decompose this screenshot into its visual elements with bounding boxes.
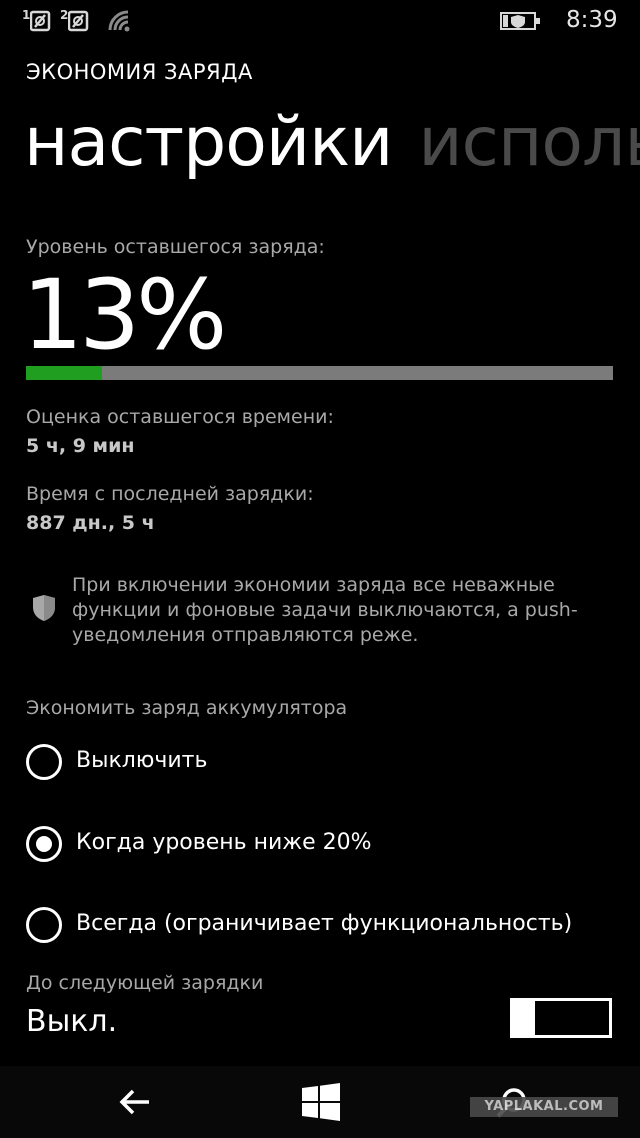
pivot-header: настройки исполь: [24, 100, 640, 190]
battery-level-label: Уровень оставшегося заряда:: [26, 236, 325, 258]
watermark: YAPLAKAL.COM: [470, 1097, 618, 1117]
status-bar: 1 2 8:39: [0, 0, 640, 44]
radio-option-always[interactable]: Всегда (ограничивает функциональность): [26, 905, 626, 945]
since-charge-value: 887 дн., 5 ч: [26, 512, 155, 534]
sim2-signal-icon: [68, 10, 89, 32]
sim1-signal-icon: [30, 10, 51, 32]
toggle-knob[interactable]: [513, 998, 535, 1038]
app-title: ЭКОНОМИЯ ЗАРЯДА: [26, 60, 253, 84]
info-text: При включении экономии заряда все неважн…: [72, 574, 578, 646]
clock: 8:39: [566, 7, 618, 33]
since-charge-label: Время с последней зарядки:: [26, 483, 314, 505]
radio-selected-dot: [36, 836, 52, 852]
pivot-tab-usage[interactable]: исполь: [418, 100, 640, 186]
estimate-label: Оценка оставшегося времени:: [26, 406, 334, 428]
radio-label: Всегда (ограничивает функциональность): [76, 911, 573, 936]
wifi-icon: [108, 10, 130, 32]
radio-label: Выключить: [76, 748, 208, 773]
battery-level-fill: [26, 366, 103, 380]
back-icon[interactable]: [119, 1088, 151, 1116]
estimate-value: 5 ч, 9 мин: [26, 435, 135, 457]
battery-percent: 13%: [22, 259, 227, 371]
radio-option-below-20[interactable]: Когда уровень ниже 20%: [26, 824, 626, 864]
battery-level-bar: [26, 366, 613, 380]
shield-icon: [33, 595, 55, 621]
until-next-charge-label: До следующей зарядки: [26, 972, 264, 994]
radio-button[interactable]: [26, 744, 62, 780]
radio-option-off[interactable]: Выключить: [26, 742, 626, 782]
radio-label: Когда уровень ниже 20%: [76, 830, 372, 855]
pivot-tab-settings[interactable]: настройки: [24, 100, 393, 186]
radio-button[interactable]: [26, 907, 62, 943]
until-next-charge-toggle[interactable]: [510, 998, 612, 1038]
saver-label: Экономить заряд аккумулятора: [26, 697, 348, 719]
radio-button-selected[interactable]: [26, 826, 62, 862]
battery-saver-icon: [500, 12, 540, 30]
toggle-state-text: Выкл.: [26, 1004, 118, 1039]
windows-icon[interactable]: [302, 1083, 340, 1121]
